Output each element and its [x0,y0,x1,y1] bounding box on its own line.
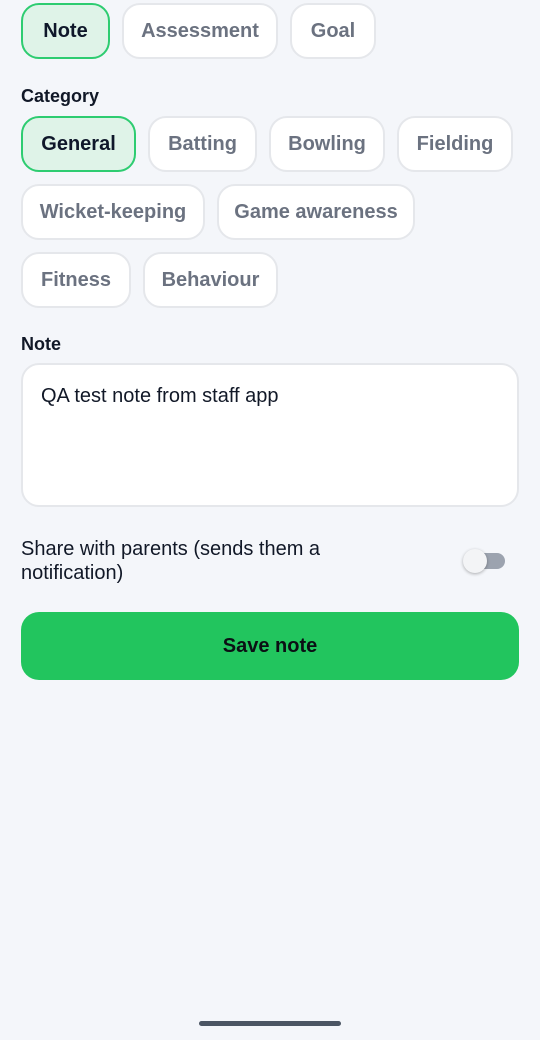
category-row-1: General Batting Bowling Fielding [21,116,513,172]
category-fielding[interactable]: Fielding [397,116,513,172]
category-fitness[interactable]: Fitness [21,252,131,308]
category-bowling[interactable]: Bowling [269,116,385,172]
tab-assessment[interactable]: Assessment [122,3,278,59]
category-behaviour[interactable]: Behaviour [143,252,278,308]
category-label: Category [21,86,100,106]
category-wicket-keeping[interactable]: Wicket-keeping [21,184,205,240]
category-row-2: Wicket-keeping Game awareness [21,184,415,240]
category-general[interactable]: General [21,116,136,172]
share-with-parents-label: Share with parents (sends them a notific… [21,538,321,584]
note-textarea[interactable]: QA test note from staff app [21,363,519,507]
category-batting[interactable]: Batting [148,116,257,172]
type-tabs: Note Assessment Goal [21,3,376,59]
note-label: Note [21,334,61,354]
category-game-awareness[interactable]: Game awareness [217,184,415,240]
toggle-thumb [463,549,487,573]
share-with-parents-row: Share with parents (sends them a notific… [21,537,519,589]
home-indicator [199,1021,341,1026]
share-with-parents-toggle[interactable] [463,549,505,573]
category-row-3: Fitness Behaviour [21,252,278,308]
tab-goal[interactable]: Goal [290,3,376,59]
save-note-button[interactable]: Save note [21,612,519,680]
tab-note[interactable]: Note [21,3,110,59]
